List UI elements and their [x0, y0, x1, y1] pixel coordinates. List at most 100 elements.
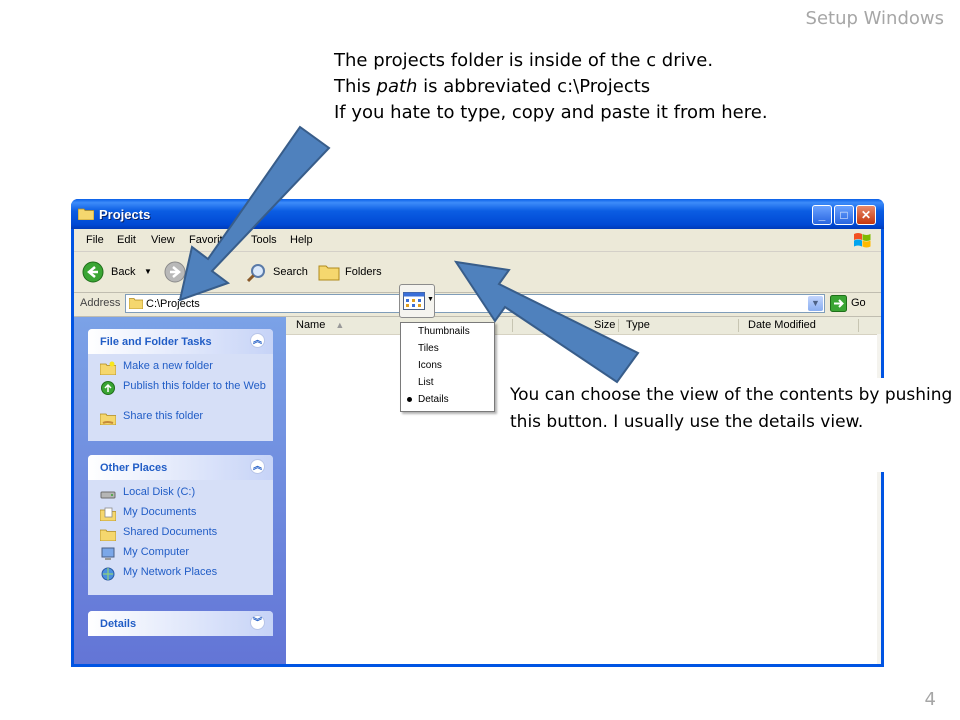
- folders-icon: [318, 265, 340, 281]
- file-folder-tasks-panel: File and Folder Tasks ︽ Make a new folde…: [88, 329, 273, 441]
- back-arrow-icon: [82, 261, 104, 283]
- details-panel: Details ︾: [88, 611, 273, 636]
- place-my-documents[interactable]: My Documents: [88, 506, 273, 526]
- menu-view[interactable]: View: [151, 234, 175, 246]
- hard-drive-icon: [100, 491, 116, 499]
- computer-icon: [101, 547, 115, 560]
- column-separator[interactable]: [738, 319, 739, 332]
- panel-title: Other Places: [100, 462, 168, 474]
- title-bar[interactable]: Projects _ □ ✕: [71, 199, 884, 229]
- toolbar: Back ▼ Search Folders: [74, 251, 881, 293]
- address-value: C:\Projects: [146, 298, 200, 310]
- page-number: 4: [924, 689, 936, 710]
- window-title: Projects: [99, 207, 151, 222]
- column-date-modified[interactable]: Date Modified: [748, 319, 816, 331]
- sort-ascending-icon: ▲: [335, 320, 345, 330]
- views-menu-icons[interactable]: Icons: [418, 360, 442, 371]
- place-shared-documents[interactable]: Shared Documents: [88, 526, 273, 546]
- menu-help[interactable]: Help: [290, 234, 313, 246]
- note-line-1: The projects folder is inside of the c d…: [334, 50, 714, 71]
- close-button[interactable]: ✕: [856, 205, 876, 225]
- menu-file[interactable]: File: [86, 234, 104, 246]
- collapse-icon[interactable]: ︽: [250, 459, 265, 474]
- place-label: My Computer: [123, 546, 190, 558]
- network-globe-icon: [101, 567, 115, 581]
- views-menu-list[interactable]: List: [418, 377, 434, 388]
- views-dropdown-icon: ▼: [427, 296, 434, 303]
- file-list: Name ▲ Size Type Date Modified: [286, 317, 881, 664]
- place-my-network[interactable]: My Network Places: [88, 566, 273, 586]
- minimize-button[interactable]: _: [812, 205, 832, 225]
- column-name[interactable]: Name ▲: [296, 319, 344, 331]
- documents-icon: [100, 507, 116, 521]
- menu-tools[interactable]: Tools: [251, 234, 277, 246]
- share-folder-icon: [100, 413, 116, 425]
- maximize-button[interactable]: □: [834, 205, 854, 225]
- views-note: You can choose the view of the contents …: [501, 378, 953, 472]
- forward-arrow-icon: [164, 261, 186, 283]
- search-icon: [246, 264, 265, 283]
- publish-web-icon: [101, 381, 115, 395]
- go-label: Go: [851, 297, 866, 309]
- windows-logo-icon: [854, 233, 871, 248]
- new-folder-icon: [100, 361, 116, 375]
- menu-bar: File Edit View Favorites Tools Help: [74, 229, 881, 251]
- views-menu-tiles[interactable]: Tiles: [418, 343, 439, 354]
- task-make-new-folder[interactable]: Make a new folder: [88, 360, 273, 380]
- address-label: Address: [80, 297, 121, 309]
- folder-icon: [129, 298, 143, 309]
- address-dropdown-icon[interactable]: ▼: [808, 296, 823, 311]
- address-field[interactable]: C:\Projects ▼: [125, 294, 825, 313]
- column-name-label: Name: [296, 319, 326, 331]
- other-places-panel: Other Places ︽ Local Disk (C:) My Docume…: [88, 455, 273, 595]
- column-separator[interactable]: [618, 319, 619, 332]
- panel-header[interactable]: File and Folder Tasks ︽: [88, 329, 273, 354]
- shared-folder-icon: [100, 529, 116, 541]
- column-size[interactable]: Size: [594, 319, 615, 331]
- views-button[interactable]: ▼: [399, 284, 435, 318]
- views-menu-details[interactable]: Details: [401, 394, 494, 408]
- note-line-3: If you hate to type, copy and paste it f…: [334, 102, 768, 123]
- column-headers: Name ▲ Size Type Date Modified: [286, 317, 881, 335]
- note-line-2-start: This: [334, 76, 377, 97]
- panel-title: File and Folder Tasks: [100, 336, 212, 348]
- views-menu: Thumbnails Tiles Icons List Details: [400, 322, 495, 412]
- views-icon: [403, 292, 425, 310]
- place-label: Local Disk (C:): [123, 486, 196, 498]
- expand-icon[interactable]: ︾: [250, 615, 265, 630]
- menu-edit[interactable]: Edit: [117, 234, 136, 246]
- slide-title: Setup Windows: [805, 8, 944, 29]
- task-label: Make a new folder: [123, 360, 213, 372]
- address-bar: Address C:\Projects ▼ Go: [74, 292, 881, 317]
- task-label: Publish this folder to the Web: [123, 380, 266, 392]
- go-arrow-icon: [830, 295, 847, 312]
- task-pane: File and Folder Tasks ︽ Make a new folde…: [74, 317, 286, 664]
- place-local-disk[interactable]: Local Disk (C:): [88, 486, 273, 506]
- collapse-icon[interactable]: ︽: [250, 333, 265, 348]
- folder-icon: [78, 208, 94, 220]
- place-my-computer[interactable]: My Computer: [88, 546, 273, 566]
- back-label: Back: [111, 266, 136, 278]
- note-line-2-end: is abbreviated c:\Projects: [417, 76, 651, 97]
- place-label: Shared Documents: [123, 526, 218, 538]
- column-type[interactable]: Type: [626, 319, 650, 331]
- place-label: My Documents: [123, 506, 197, 518]
- task-share-folder[interactable]: Share this folder: [88, 410, 273, 430]
- search-label: Search: [273, 266, 308, 278]
- views-menu-thumbnails[interactable]: Thumbnails: [418, 326, 494, 337]
- views-menu-details-label: Details: [418, 394, 449, 405]
- panel-header[interactable]: Other Places ︽: [88, 455, 273, 480]
- menu-favorites[interactable]: Favorites: [189, 234, 234, 246]
- panel-title: Details: [100, 618, 137, 630]
- column-separator[interactable]: [512, 319, 513, 332]
- panel-header[interactable]: Details ︾: [88, 611, 273, 636]
- note-line-2-emphasis: path: [376, 76, 418, 97]
- column-separator[interactable]: [858, 319, 859, 332]
- place-label: My Network Places: [123, 566, 218, 578]
- note-line-2: This path is abbreviated c:\Projects: [334, 74, 768, 100]
- back-dropdown-icon[interactable]: ▼: [144, 260, 152, 284]
- instruction-note: The projects folder is inside of the c d…: [334, 48, 768, 126]
- task-publish-web[interactable]: Publish this folder to the Web: [88, 380, 273, 410]
- selected-radio-icon: [407, 397, 412, 402]
- task-label: Share this folder: [123, 410, 204, 422]
